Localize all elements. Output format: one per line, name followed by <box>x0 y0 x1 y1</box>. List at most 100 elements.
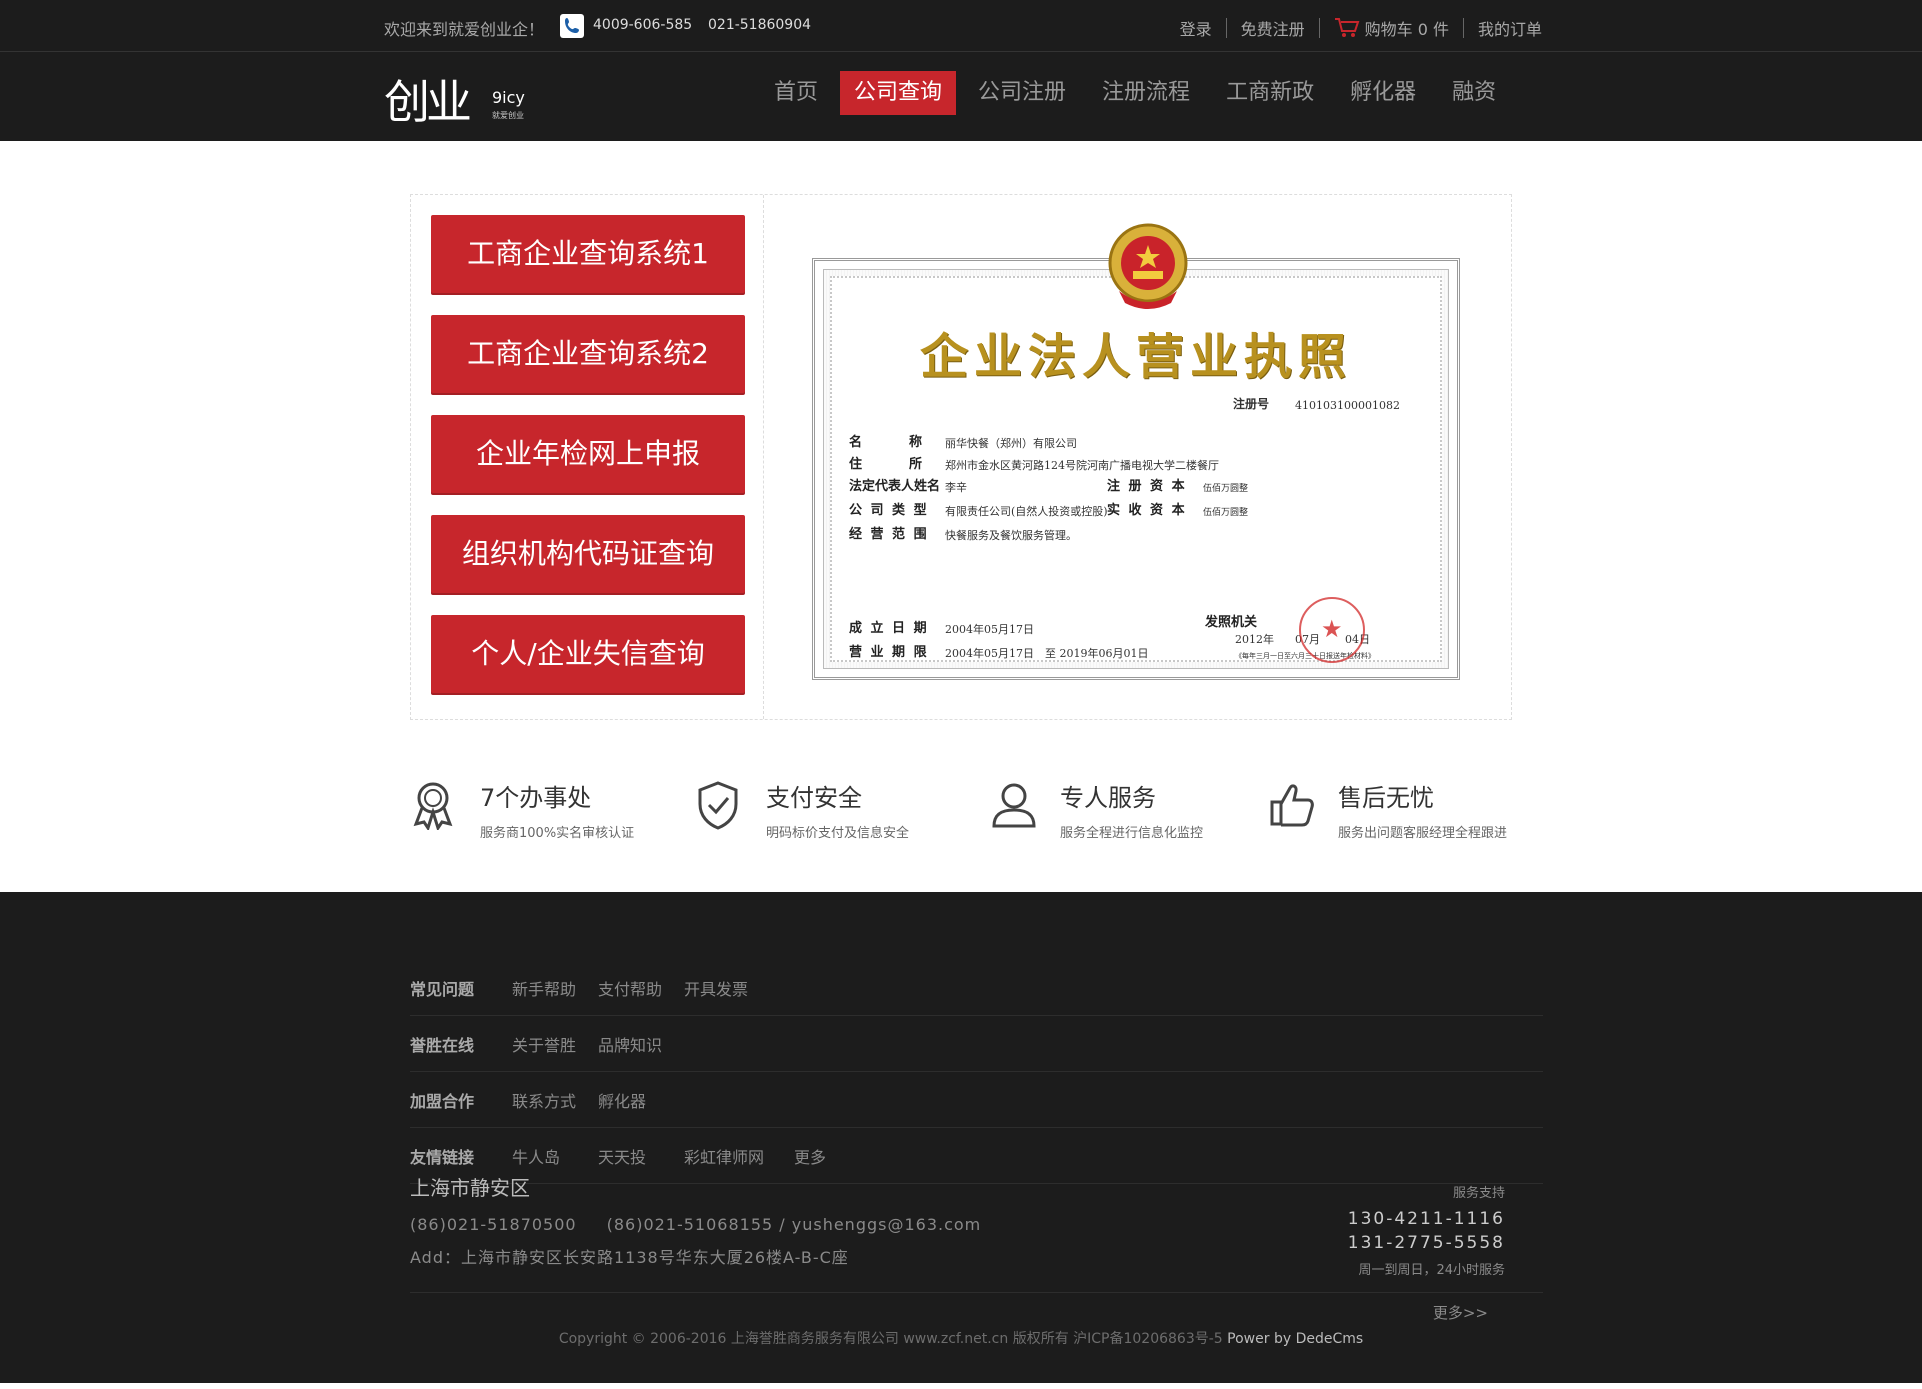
footer-link[interactable]: 支付帮助 <box>598 976 662 1000</box>
feature-title: 7个办事处 <box>480 784 592 812</box>
user-icon <box>992 783 1036 828</box>
field-value: 2004年05月17日 <box>945 623 1034 636</box>
footer-link[interactable]: 彩虹律师网 <box>684 1144 764 1168</box>
hotline-number: 4009-606-585 <box>593 17 693 33</box>
field-label: 名 称 <box>849 435 925 450</box>
nav-financing[interactable]: 融资 <box>1438 71 1510 115</box>
main-nav: 首页 公司查询 公司注册 注册流程 工商新政 孵化器 融资 <box>760 71 1518 115</box>
support-hours: 周一到周日，24小时服务 <box>1358 1263 1505 1278</box>
nav-new-policy[interactable]: 工商新政 <box>1212 71 1328 115</box>
field-label: 注 册 资 本 <box>1107 479 1187 494</box>
feature-title: 专人服务 <box>1060 784 1156 812</box>
footer-link[interactable]: 联系方式 <box>512 1088 576 1112</box>
login-link[interactable]: 登录 <box>1180 16 1212 40</box>
nav-incubator[interactable]: 孵化器 <box>1336 71 1430 115</box>
register-link[interactable]: 免费注册 <box>1241 16 1305 40</box>
field-label: 成 立 日 期 <box>849 621 929 636</box>
divider <box>1462 18 1464 38</box>
field-label: 法定代表人姓名 <box>849 479 941 494</box>
annual-inspection-button[interactable]: 企业年检网上申报 <box>431 415 745 493</box>
feature-sub: 服务商100%实名审核认证 <box>480 826 635 841</box>
nav-register-process[interactable]: 注册流程 <box>1088 71 1204 115</box>
reg-no-value: 410103100001082 <box>1295 399 1400 412</box>
cart-link[interactable]: 购物车 0 件 <box>1334 16 1449 40</box>
top-links: 登录 免费注册 购物车 0 件 我的订单 <box>1180 16 1542 40</box>
license-title: 企业法人营业执照 <box>919 329 1352 385</box>
feature-sub: 明码标价支付及信息安全 <box>766 826 910 841</box>
field-value: 有限责任公司(自然人投资或控股) <box>945 505 1108 518</box>
query-system-1-button[interactable]: 工商企业查询系统1 <box>431 215 745 293</box>
orders-link[interactable]: 我的订单 <box>1478 16 1542 40</box>
service-support: 服务支持 130-4211-1116 131-2775-5558 周一到周日，2… <box>1348 1182 1505 1278</box>
field-label: 住 所 <box>849 457 925 472</box>
copyright-text: Copyright © 2006-2016 上海誉胜商务服务有限公司 www.z… <box>558 1331 1228 1347</box>
field-label: 发照机关 <box>1205 615 1258 630</box>
footer-heading: 誉胜在线 <box>410 1035 475 1055</box>
dishonesty-query-button[interactable]: 个人/企业失信查询 <box>431 615 745 693</box>
cart-icon <box>1334 18 1360 37</box>
site-footer: 常见问题 新手帮助 支付帮助 开具发票 誉胜在线 关于誉胜 品牌知识 加盟合作 … <box>0 892 1922 1389</box>
footer-row-partner: 加盟合作 联系方式 孵化器 <box>410 1072 1543 1128</box>
more-link[interactable]: 更多>> <box>1433 1302 1488 1323</box>
footer-divider <box>410 1292 1543 1293</box>
footer-link[interactable]: 孵化器 <box>598 1088 646 1112</box>
field-value: 郑州市金水区黄河路124号院河南广播电视大学二楼餐厅 <box>945 459 1219 472</box>
field-label: 公 司 类 型 <box>849 503 929 518</box>
feature-sub: 服务全程进行信息化监控 <box>1060 826 1204 841</box>
footer-link[interactable]: 更多 <box>794 1144 826 1168</box>
city-label: 上海市静安区 <box>410 1176 530 1200</box>
feature-sub: 服务出问题客服经理全程跟进 <box>1338 826 1508 841</box>
query-system-2-button[interactable]: 工商企业查询系统2 <box>431 315 745 393</box>
cart-label: 购物车 0 件 <box>1364 20 1449 39</box>
divider <box>1225 18 1227 38</box>
footer-link[interactable]: 牛人岛 <box>512 1144 560 1168</box>
support-phone-2: 131-2775-5558 <box>1347 1233 1505 1253</box>
top-bar: 欢迎来到就爱创业企！ 4009-606-585 021-51860904 登录 … <box>0 0 1922 52</box>
field-value: 伍佰万圆整 <box>1203 484 1249 494</box>
phone-1: (86)021-51870500 <box>410 1215 577 1234</box>
org-code-query-button[interactable]: 组织机构代码证查询 <box>431 515 745 593</box>
feature-strip: 7个办事处 服务商100%实名审核认证 支付安全 明码标价支付及信息安全 专人服… <box>410 770 1530 850</box>
street-address: Add：上海市静安区长安路1138号华东大厦26楼A-B-C座 <box>410 1248 849 1267</box>
national-emblem-icon <box>1108 223 1188 309</box>
field-value: 丽华快餐（郑州）有限公司 <box>945 437 1077 450</box>
feature-title: 售后无忧 <box>1338 784 1434 812</box>
support-label: 服务支持 <box>1452 1186 1505 1201</box>
site-logo[interactable]: 创业 9icy 就爱创业 <box>384 66 534 129</box>
reg-no-label: 注册号 <box>1233 397 1270 411</box>
logo-glyph: 创业 <box>384 75 472 129</box>
footer-row-about: 誉胜在线 关于誉胜 品牌知识 <box>410 1016 1543 1072</box>
copyright: Copyright © 2006-2016 上海誉胜商务服务有限公司 www.z… <box>0 1328 1922 1348</box>
nav-company-query[interactable]: 公司查询 <box>840 71 957 115</box>
logo-cn: 就爱创业 <box>492 111 524 120</box>
logo-en: 9icy <box>492 88 525 107</box>
footer-link[interactable]: 天天投 <box>598 1144 646 1168</box>
bottom-border <box>0 1383 1922 1389</box>
query-panel: 工商企业查询系统1 工商企业查询系统2 企业年检网上申报 组织机构代码证查询 个… <box>410 194 1512 720</box>
panel-divider <box>763 195 764 719</box>
divider <box>1318 18 1320 38</box>
footer-link[interactable]: 新手帮助 <box>512 976 576 1000</box>
footer-link[interactable]: 品牌知识 <box>598 1032 662 1056</box>
feature-title: 支付安全 <box>766 784 862 812</box>
footer-link[interactable]: 关于誉胜 <box>512 1032 576 1056</box>
shield-check-icon <box>698 781 738 830</box>
welcome-text: 欢迎来到就爱创业企！ <box>384 20 545 39</box>
field-value: 2004年05月17日 至 2019年06月01日 <box>945 647 1149 660</box>
nav-company-register[interactable]: 公司注册 <box>964 71 1080 115</box>
powered-by[interactable]: Power by DedeCms <box>1227 1331 1363 1347</box>
field-label: 经 营 范 围 <box>849 527 929 542</box>
main-navbar: 创业 9icy 就爱创业 首页 公司查询 公司注册 注册流程 工商新政 孵化器 … <box>0 52 1922 141</box>
contact-address: 上海市静安区 (86)021-51870500 (86)021-51068155 … <box>410 1172 1011 1268</box>
office-number: 021-51860904 <box>708 17 812 33</box>
footer-link[interactable]: 开具发票 <box>684 976 748 1000</box>
nav-home[interactable]: 首页 <box>760 71 832 115</box>
field-value: 李辛 <box>945 481 967 494</box>
footer-row-faq: 常见问题 新手帮助 支付帮助 开具发票 <box>410 960 1543 1016</box>
contact-phones: (86)021-51870500 (86)021-51068155 / yushe… <box>410 1215 1011 1234</box>
business-license-image: 企业法人营业执照 注册号 410103100001082 名 称 丽华快餐（郑州… <box>812 223 1460 680</box>
official-seal-icon: ★ <box>1299 597 1365 663</box>
thumbs-up-icon <box>1270 784 1314 827</box>
field-value: 伍佰万圆整 <box>1203 508 1249 518</box>
field-label: 营 业 期 限 <box>849 645 929 660</box>
